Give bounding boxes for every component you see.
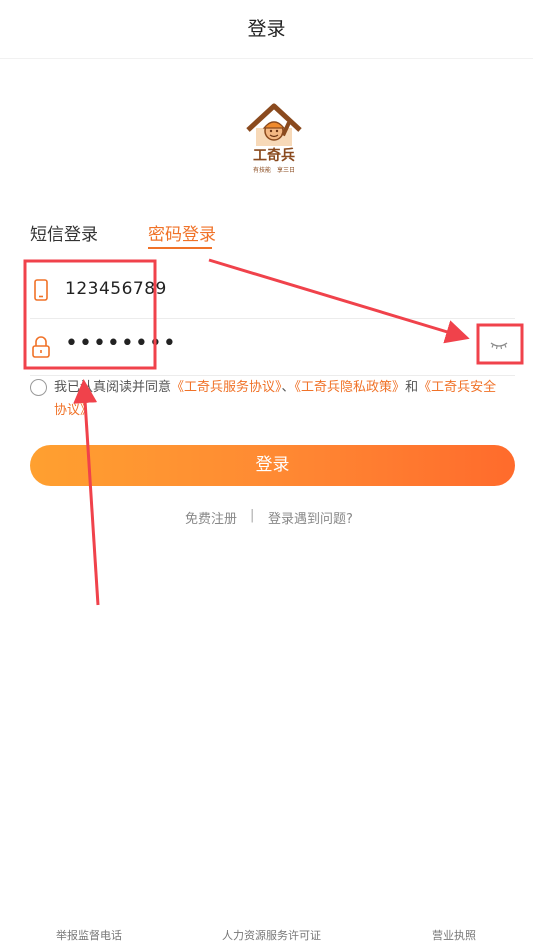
phone-field[interactable]: 123456789 bbox=[30, 262, 515, 319]
brand-name: 工奇兵 bbox=[253, 147, 295, 164]
page-title: 登录 bbox=[247, 18, 286, 40]
agreement-prefix: 我已认真阅读并同意 bbox=[54, 380, 172, 395]
agreement-radio[interactable] bbox=[30, 379, 47, 396]
register-link[interactable]: 免费注册 bbox=[185, 508, 237, 527]
business-license-link[interactable]: 营业执照 bbox=[432, 927, 476, 943]
active-tab-underline bbox=[148, 247, 212, 249]
header-bar: 登录 bbox=[0, 0, 533, 59]
hr-license-link[interactable]: 人力资源服务许可证 bbox=[222, 927, 321, 943]
service-agreement-link[interactable]: 《工奇兵服务协议》 bbox=[171, 380, 282, 395]
login-button[interactable]: 登录 bbox=[30, 445, 515, 486]
tab-sms-login[interactable]: 短信登录 bbox=[30, 224, 98, 246]
report-phone-link[interactable]: 举报监督电话 bbox=[56, 927, 122, 943]
phone-input[interactable]: 123456789 bbox=[65, 279, 167, 299]
password-field[interactable]: •••••••• bbox=[30, 319, 515, 376]
lock-icon bbox=[30, 335, 52, 359]
password-input[interactable]: •••••••• bbox=[65, 331, 177, 356]
phone-icon bbox=[30, 278, 52, 302]
link-separator: | bbox=[250, 508, 255, 523]
eye-closed-icon[interactable] bbox=[488, 337, 510, 351]
brand-logo: 工奇兵 有技能 享三日 bbox=[242, 100, 306, 176]
agreement-separator: 、 bbox=[281, 380, 295, 395]
agreement-and: 和 bbox=[405, 380, 419, 395]
tab-password-login[interactable]: 密码登录 bbox=[148, 224, 216, 246]
agreement-text: 我已认真阅读并同意《工奇兵服务协议》、《工奇兵隐私政策》和《工奇兵安全协议》 bbox=[54, 376, 509, 422]
privacy-policy-link[interactable]: 《工奇兵隐私政策》 bbox=[295, 380, 406, 395]
login-problem-link[interactable]: 登录遇到问题? bbox=[268, 508, 353, 527]
brand-slogan: 有技能 享三日 bbox=[253, 166, 295, 174]
